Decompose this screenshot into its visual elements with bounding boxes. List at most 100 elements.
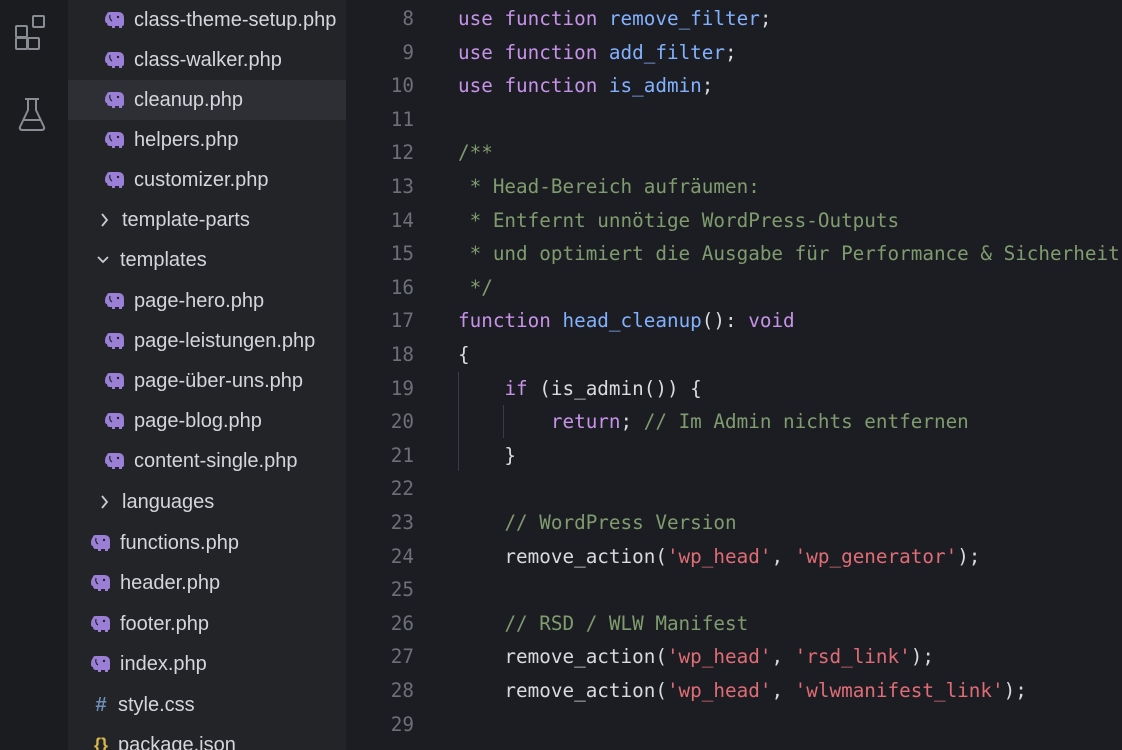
- chevron-down-icon[interactable]: [96, 251, 110, 269]
- code-line[interactable]: 14 * Entfernt unnötige WordPress-Outputs: [346, 204, 1122, 237]
- php-elephant-icon: [105, 92, 124, 108]
- code-line[interactable]: 16 */: [346, 271, 1122, 304]
- code-token: );: [1003, 679, 1027, 702]
- php-elephant-icon: [105, 413, 124, 429]
- file-item[interactable]: page-leistungen.php: [68, 321, 346, 361]
- code-line[interactable]: 11: [346, 103, 1122, 136]
- code-token: ():: [701, 309, 749, 333]
- line-number: 29: [390, 712, 414, 736]
- code-line[interactable]: 20 return; // Im Admin nichts entfernen: [346, 405, 1122, 438]
- line-number: 15: [390, 242, 414, 266]
- file-item[interactable]: functions.php: [68, 523, 346, 563]
- code-text: // RSD / WLW Manifest: [458, 612, 748, 635]
- code-text: * Head-Bereich aufräumen:: [458, 175, 760, 198]
- code-token: // WordPress Version: [504, 511, 737, 534]
- code-token: remove_action(: [458, 645, 667, 669]
- code-line[interactable]: 22: [346, 472, 1122, 505]
- code-line[interactable]: 28 remove_action('wp_head', 'wlwmanifest…: [346, 674, 1122, 707]
- code-line[interactable]: 12 /**: [346, 136, 1122, 169]
- code-text: use function is_admin;: [458, 74, 713, 97]
- tree-item-label: header.php: [120, 571, 221, 594]
- line-number: 12: [390, 141, 414, 165]
- file-item[interactable]: {} package.json: [68, 725, 346, 750]
- code-text: // WordPress Version: [458, 511, 737, 534]
- code-line[interactable]: 29: [346, 708, 1122, 741]
- code-token: 'wp_generator': [794, 544, 958, 568]
- code-token: head_cleanup: [562, 309, 702, 333]
- folder-item[interactable]: templates: [68, 240, 346, 280]
- php-elephant-icon: [105, 132, 124, 148]
- tree-item-label: page-blog.php: [134, 409, 262, 432]
- file-item[interactable]: # style.css: [68, 685, 346, 725]
- extensions-icon[interactable]: [14, 14, 50, 50]
- folder-item[interactable]: template-parts: [68, 200, 346, 240]
- code-token: function: [504, 40, 598, 64]
- file-item[interactable]: helpers.php: [68, 120, 346, 160]
- code-line[interactable]: 19 if (is_admin()) {: [346, 372, 1122, 405]
- code-line[interactable]: 13 * Head-Bereich aufräumen:: [346, 170, 1122, 203]
- code-token: ;: [620, 410, 644, 434]
- code-line[interactable]: 21 }: [346, 439, 1122, 472]
- file-item[interactable]: class-theme-setup.php: [68, 0, 346, 40]
- file-item[interactable]: cleanup.php: [68, 80, 346, 120]
- code-token: /**: [458, 141, 493, 165]
- code-token: use: [458, 7, 493, 30]
- code-text: remove_action('wp_head', 'rsd_link');: [458, 645, 934, 668]
- line-number: 21: [390, 443, 414, 467]
- code-token: use: [458, 74, 493, 98]
- code-text: remove_action('wp_head', 'wp_generator')…: [458, 545, 980, 568]
- file-item[interactable]: class-walker.php: [68, 40, 346, 80]
- file-item[interactable]: index.php: [68, 644, 346, 684]
- code-token: use: [458, 40, 493, 64]
- line-number: 10: [390, 74, 414, 98]
- code-line[interactable]: 10 use function is_admin;: [346, 69, 1122, 102]
- code-token: function: [504, 74, 598, 98]
- code-token: if: [504, 376, 528, 400]
- php-elephant-icon: [91, 616, 110, 632]
- code-line[interactable]: 8 use function remove_filter;: [346, 2, 1122, 35]
- tree-item-label: class-theme-setup.php: [134, 8, 337, 31]
- braces-icon: {}: [93, 734, 108, 750]
- code-token: );: [957, 544, 981, 568]
- code-line[interactable]: 26 // RSD / WLW Manifest: [346, 607, 1122, 640]
- tree-item-label: customizer.php: [134, 168, 269, 191]
- code-line[interactable]: 25: [346, 573, 1122, 606]
- file-item[interactable]: page-blog.php: [68, 401, 346, 441]
- php-elephant-icon: [105, 453, 124, 469]
- line-number: 19: [390, 376, 414, 400]
- code-line[interactable]: 15 * und optimiert die Ausgabe für Perfo…: [346, 237, 1122, 270]
- code-text: /**: [458, 141, 493, 164]
- chevron-right-icon[interactable]: [98, 211, 112, 229]
- folder-item[interactable]: languages: [68, 482, 346, 522]
- code-line[interactable]: 23 // WordPress Version: [346, 506, 1122, 539]
- flask-icon[interactable]: [14, 96, 50, 132]
- code-text: {: [458, 343, 470, 366]
- tree-item-label: cleanup.php: [134, 88, 243, 111]
- chevron-right-icon[interactable]: [98, 493, 112, 511]
- code-token: // RSD / WLW Manifest: [504, 611, 749, 635]
- php-elephant-icon: [105, 373, 124, 389]
- file-item[interactable]: content-single.php: [68, 441, 346, 481]
- code-token: ,: [771, 679, 795, 702]
- tree-item-label: class-walker.php: [134, 48, 282, 71]
- code-line[interactable]: 9 use function add_filter;: [346, 36, 1122, 69]
- tree-item-label: page-hero.php: [134, 289, 265, 312]
- line-number: 24: [390, 544, 414, 568]
- file-item[interactable]: page-hero.php: [68, 281, 346, 321]
- file-item[interactable]: page-über-uns.php: [68, 361, 346, 401]
- code-line[interactable]: 17 function head_cleanup(): void: [346, 304, 1122, 337]
- code-token: function: [504, 7, 598, 30]
- code-line[interactable]: 27 remove_action('wp_head', 'rsd_link');: [346, 640, 1122, 673]
- file-item[interactable]: customizer.php: [68, 160, 346, 200]
- code-token: is_admin: [608, 74, 702, 98]
- file-item[interactable]: footer.php: [68, 604, 346, 644]
- tree-item-label: content-single.php: [134, 449, 298, 472]
- code-token: */: [458, 275, 493, 299]
- file-item[interactable]: header.php: [68, 563, 346, 603]
- code-editor[interactable]: 8 use function remove_filter; 9 use functio…: [346, 0, 1122, 750]
- php-elephant-icon: [91, 656, 110, 672]
- code-line[interactable]: 24 remove_action('wp_head', 'wp_generato…: [346, 540, 1122, 573]
- code-line[interactable]: 18 {: [346, 338, 1122, 371]
